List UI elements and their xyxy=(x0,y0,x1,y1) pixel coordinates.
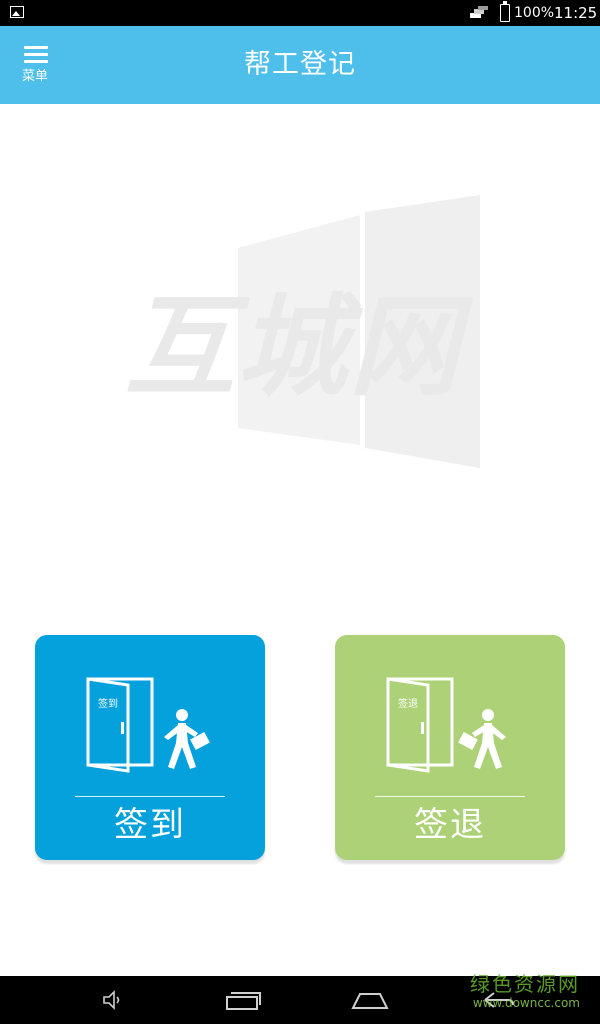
home-icon[interactable] xyxy=(350,989,390,1011)
card-divider xyxy=(75,796,225,797)
site-url: www.downcc.com xyxy=(472,996,580,1010)
status-clock: 11:25 xyxy=(554,4,598,22)
volume-icon[interactable] xyxy=(102,990,124,1010)
signal-icon xyxy=(470,6,488,18)
battery-icon xyxy=(500,1,510,22)
recent-apps-icon[interactable] xyxy=(224,989,262,1011)
checkin-label: 签到 xyxy=(114,805,186,845)
site-name: 绿色资源网 xyxy=(470,972,580,996)
logo-text: 互城网 xyxy=(125,283,474,411)
door-walker-icon: 签到 xyxy=(86,677,210,773)
status-bar: 100% 11:25 xyxy=(0,0,600,26)
site-watermark: 绿色资源网 www.downcc.com xyxy=(470,972,580,1010)
watermark-logo: 互城网 xyxy=(125,195,480,468)
page-title: 帮工登记 xyxy=(244,49,356,80)
checkout-button[interactable]: 签退 签退 xyxy=(335,635,565,860)
app-bar: 菜单 帮工登记 xyxy=(0,26,600,104)
navigation-bar: 绿色资源网 www.downcc.com xyxy=(0,972,600,1024)
door-walker-icon: 签退 xyxy=(386,677,506,773)
gallery-icon xyxy=(10,6,24,18)
checkout-label: 签退 xyxy=(414,805,486,845)
battery-level: 100% xyxy=(514,5,555,21)
card-divider xyxy=(375,796,525,797)
checkin-button[interactable]: 签到 签到 xyxy=(35,635,265,860)
door-label: 签到 xyxy=(98,697,118,710)
door-label: 签退 xyxy=(398,697,418,710)
